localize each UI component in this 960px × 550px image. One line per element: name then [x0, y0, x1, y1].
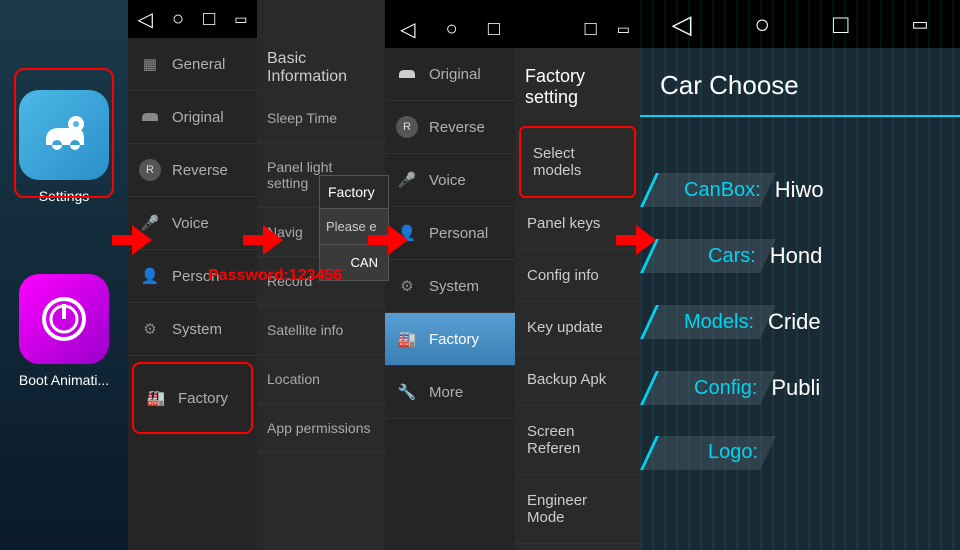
android-navbar: ◁ ○ □ — [385, 10, 515, 48]
menu-item-factory[interactable]: 🏭 Factory — [132, 362, 253, 434]
canbox-label: CanBox: — [684, 179, 761, 202]
menu-item-factory[interactable]: 🏭 Factory — [385, 313, 515, 366]
factory-settings-panel: □ ▭ Factory setting Select models Panel … — [515, 10, 640, 550]
boot-animation-app-icon[interactable] — [19, 274, 109, 364]
boot-animation-app-label: Boot Animati... — [0, 372, 128, 388]
factory-backup-apk[interactable]: Backup Apk — [515, 354, 640, 406]
factory-engineer-mode[interactable]: Engineer Mode — [515, 475, 640, 544]
recent-icon[interactable]: □ — [585, 18, 597, 41]
config-value: Publi — [771, 375, 820, 401]
recent-icon[interactable]: □ — [488, 18, 500, 41]
person-icon: 👤 — [138, 264, 162, 288]
menu-label: Reverse — [429, 119, 485, 136]
models-value: Cride — [768, 309, 821, 335]
menu-item-general[interactable]: ▦ General — [128, 38, 257, 91]
dialog-title: Factory — [320, 176, 388, 208]
menu-label: Factory — [178, 390, 228, 407]
logo-label: Logo: — [708, 441, 758, 464]
menu-label: System — [429, 278, 479, 295]
arrow-icon — [368, 225, 408, 255]
home-icon[interactable]: ○ — [172, 8, 184, 31]
recent-icon[interactable]: □ — [203, 8, 215, 31]
factory-icon: 🏭 — [395, 327, 419, 351]
gallery-icon[interactable]: ▭ — [234, 11, 247, 28]
reverse-icon: R — [138, 158, 162, 182]
menu-label: More — [429, 384, 463, 401]
system-icon: ⚙ — [138, 317, 162, 341]
car-row-models[interactable]: Models: Cride — [640, 289, 960, 355]
menu-label: Factory — [429, 331, 479, 348]
factory-key-update[interactable]: Key update — [515, 302, 640, 354]
menu-label: Original — [172, 109, 224, 126]
wrench-icon: 🔧 — [395, 380, 419, 404]
factory-screen-ref[interactable]: Screen Referen — [515, 406, 640, 475]
mic-icon: 🎤 — [395, 168, 419, 192]
android-navbar: ◁ ○ □ ▭ — [128, 0, 257, 38]
menu-label: General — [172, 56, 225, 73]
car-row-config[interactable]: Config: Publi — [640, 355, 960, 421]
home-icon[interactable]: ○ — [446, 18, 458, 41]
back-icon[interactable]: ◁ — [138, 7, 153, 32]
menu-item-more[interactable]: 🔧 More — [385, 366, 515, 419]
android-navbar: □ ▭ — [515, 10, 640, 48]
menu-item-voice[interactable]: 🎤 Voice — [385, 154, 515, 207]
settings-app-icon[interactable] — [19, 90, 109, 180]
menu-item-reverse[interactable]: R Reverse — [385, 101, 515, 154]
car-row-cars[interactable]: Cars: Hond — [640, 223, 960, 289]
factory-icon: 🏭 — [144, 386, 168, 410]
car-row-logo[interactable]: Logo: — [640, 421, 960, 484]
cars-label: Cars: — [708, 245, 756, 268]
info-sleep-time[interactable]: Sleep Time — [257, 94, 385, 143]
password-annotation: Password:123456 — [208, 267, 342, 285]
models-label: Models: — [684, 311, 754, 334]
canbox-value: Hiwo — [775, 177, 824, 203]
grid-icon: ▦ — [138, 52, 162, 76]
arrow-icon — [616, 225, 656, 255]
menu-label: Reverse — [172, 162, 228, 179]
info-location[interactable]: Location — [257, 355, 385, 404]
menu-label: Voice — [429, 172, 466, 189]
arrow-icon — [243, 225, 283, 255]
arrow-icon — [112, 225, 152, 255]
basic-info-title: Basic Information — [257, 0, 385, 94]
menu-item-system[interactable]: ⚙ System — [385, 260, 515, 313]
menu-label: System — [172, 321, 222, 338]
menu-label: Personal — [429, 225, 488, 242]
menu-label: Voice — [172, 215, 209, 232]
factory-config-info[interactable]: Config info — [515, 250, 640, 302]
info-satellite[interactable]: Satellite info — [257, 306, 385, 355]
factory-select-models[interactable]: Select models — [519, 126, 636, 198]
car-icon — [138, 105, 162, 129]
settings-menu-panel-2: ◁ ○ □ Original RReverse 🎤Voice 👤Personal… — [385, 10, 515, 550]
car-choose-panel: ◁ ○ □ ▭ Car Choose CanBox: Hiwo Cars: Ho… — [640, 0, 960, 550]
menu-item-system[interactable]: ⚙ System — [128, 303, 257, 356]
menu-item-reverse[interactable]: R Reverse — [128, 144, 257, 197]
menu-label: Original — [429, 66, 481, 83]
info-permissions[interactable]: App permissions — [257, 404, 385, 453]
menu-item-original[interactable]: Original — [385, 48, 515, 101]
car-icon — [395, 62, 419, 86]
config-label: Config: — [694, 377, 757, 400]
system-icon: ⚙ — [395, 274, 419, 298]
menu-item-original[interactable]: Original — [128, 91, 257, 144]
reverse-icon: R — [395, 115, 419, 139]
cars-value: Hond — [770, 243, 823, 269]
car-row-canbox[interactable]: CanBox: Hiwo — [640, 157, 960, 223]
back-icon[interactable]: ◁ — [400, 17, 415, 42]
gallery-icon[interactable]: ▭ — [617, 21, 630, 38]
factory-settings-title: Factory setting — [515, 48, 640, 126]
home-screen: Settings Boot Animati... — [0, 0, 128, 550]
